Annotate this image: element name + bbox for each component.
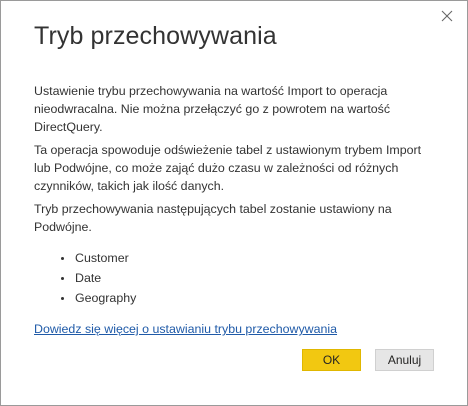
cancel-button[interactable]: Anuluj [375,349,434,371]
refresh-warning-text: Ta operacja spowoduje odświeżenie tabel … [34,143,422,193]
irreversible-warning-text: Ustawienie trybu przechowywania na warto… [34,84,391,134]
storage-mode-dialog: Tryb przechowywania Ustawienie trybu prz… [0,0,468,406]
list-item: Customer [61,248,136,268]
affected-tables-intro: Tryb przechowywania następujących tabel … [34,202,392,234]
list-item: Date [61,268,136,288]
ok-button[interactable]: OK [302,349,361,371]
affected-tables-list: Customer Date Geography [61,248,136,308]
learn-more-link[interactable]: Dowiedz się więcej o ustawianiu trybu pr… [34,322,337,336]
list-item: Geography [61,288,136,308]
close-icon[interactable] [437,6,457,26]
dialog-title: Tryb przechowywania [34,22,277,50]
